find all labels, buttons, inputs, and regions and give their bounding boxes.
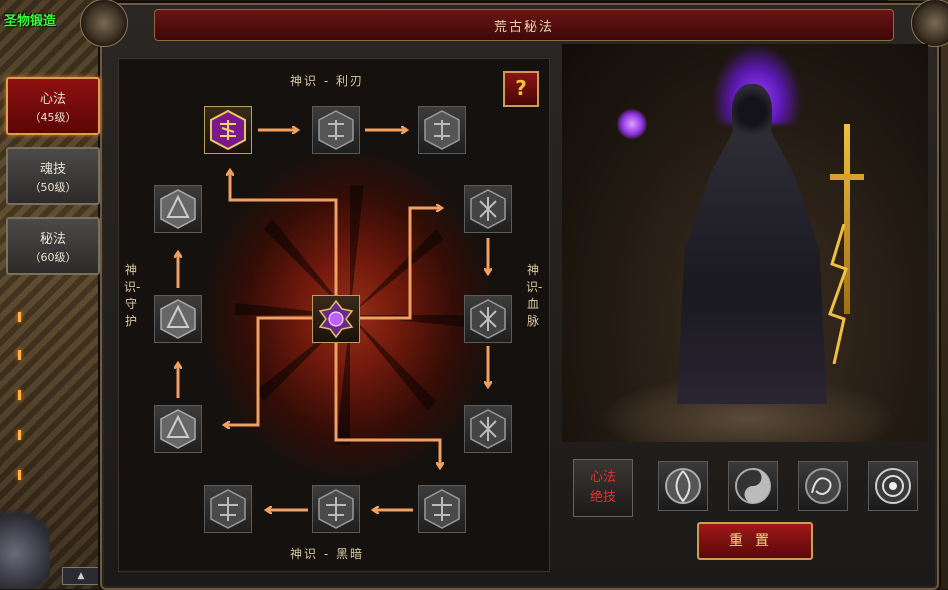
path-label-top: 神识 - 利刃 [290,74,364,88]
minimap-toggle[interactable]: ▲ [62,567,100,585]
skill-node-blade-3[interactable] [418,106,466,154]
yin-yang-icon [735,468,771,504]
guard-rune-icon [160,409,196,449]
path-label-right: 神识-血脉 [526,263,543,328]
tab-label: 魂技 [39,162,66,177]
ultimate-skill-label-1: 心法 [589,470,616,485]
tab-label: 心法 [39,92,66,107]
help-button[interactable]: ? [503,71,539,107]
corner-ornament-icon [911,0,948,47]
blood-rune-icon [470,299,506,339]
ring-orb-icon [875,468,911,504]
dark-rune-icon [318,489,354,529]
tab-level: （60级） [29,251,77,264]
skill-node-blood-3[interactable] [464,405,512,453]
skill-slot-3[interactable] [798,461,848,511]
skill-node-center[interactable] [312,295,360,343]
blade-rune-icon [210,110,246,150]
corner-ornament-icon [80,0,128,47]
ultimate-skill-button[interactable]: 心法 绝技 [573,459,633,517]
reset-button[interactable]: 重置 [697,522,813,560]
torch-icon [18,470,21,480]
window-title: 荒古秘法 [493,20,554,35]
lightning-icon [828,224,848,364]
tab-level: （45级） [29,111,77,124]
skill-node-blood-1[interactable] [464,185,512,233]
relic-forge-label[interactable]: 圣物锻造 [4,10,56,29]
purple-orb-icon [617,109,647,139]
warlord-figure [677,124,827,404]
swirl-rune-icon [665,468,701,504]
blade-rune-icon [424,110,460,150]
dragon-ornament-icon [0,499,50,589]
character-preview [562,44,928,442]
dark-rune-icon [210,489,246,529]
skill-node-blade-1[interactable] [204,106,252,154]
skill-node-blade-2[interactable] [312,106,360,154]
skill-node-guard-1[interactable] [154,405,202,453]
skill-node-guard-3[interactable] [154,185,202,233]
torch-icon [18,312,21,322]
skill-slot-2[interactable] [728,461,778,511]
blood-rune-icon [470,409,506,449]
path-label-bottom: 神识 - 黑暗 [290,547,364,561]
skill-node-blood-2[interactable] [464,295,512,343]
torch-icon [18,390,21,400]
torch-icon [18,430,21,440]
sword-guard [830,174,864,180]
torch-icon [18,350,21,360]
blade-rune-icon [318,110,354,150]
blood-rune-icon [470,189,506,229]
tab-xinfa[interactable]: 心法 （45级） [6,77,100,135]
skill-slot-4[interactable] [868,461,918,511]
tab-level: （50级） [29,181,77,194]
ultimate-skill-label-2: 绝技 [589,490,616,505]
skill-slot-1[interactable] [658,461,708,511]
path-label-left: 神识-守护 [124,263,141,328]
dragon-icon [805,468,841,504]
tab-label: 秘法 [39,232,66,247]
skill-node-dark-3[interactable] [204,485,252,533]
tab-hunji[interactable]: 魂技 （50级） [6,147,100,205]
purple-orb-icon [318,299,354,339]
skill-node-guard-2[interactable] [154,295,202,343]
guard-rune-icon [160,299,196,339]
tab-mifa[interactable]: 秘法 （60级） [6,217,100,275]
dark-rune-icon [424,489,460,529]
guard-rune-icon [160,189,196,229]
skill-node-dark-1[interactable] [418,485,466,533]
skill-node-dark-2[interactable] [312,485,360,533]
title-bar: 荒古秘法 [154,9,894,41]
hooded-head [732,84,772,139]
